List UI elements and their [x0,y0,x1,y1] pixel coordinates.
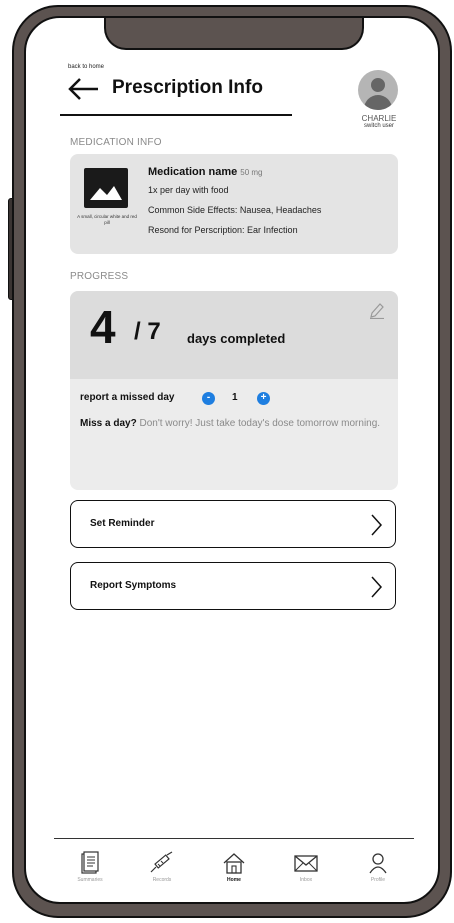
nav-label-records: Records [152,877,172,883]
chevron-right-icon [371,514,383,536]
avatar-head [371,78,385,92]
user-name: CHARLIE [361,114,397,123]
back-to-home-link[interactable]: back to home [68,64,104,70]
missed-day-count: 1 [232,392,238,403]
medication-side-effects: Common Side Effects: Nausea, Headaches [148,205,322,215]
phone-notch [104,18,364,50]
increment-button[interactable]: + [257,392,270,405]
person-icon [369,853,387,874]
medication-name: Medication name [148,166,238,178]
missed-day-note: Miss a day? Don't worry! Just take today… [80,417,390,430]
nav-label-home: Home [227,877,241,883]
missed-day-note-title: Miss a day? [80,418,137,429]
avatar[interactable] [358,70,398,110]
edit-pencil-icon[interactable] [369,301,385,319]
chevron-right-icon [371,576,383,598]
back-arrow-icon[interactable] [66,76,102,102]
set-reminder-label: Set Reminder [90,518,155,529]
home-icon [223,853,245,874]
phone-screen: back to home Prescription Info CHARLIE s… [24,16,440,904]
nav-item-home[interactable]: Home [204,851,264,883]
missed-day-label: report a missed day [80,392,175,403]
page-title: Prescription Info [112,77,263,98]
set-reminder-button[interactable]: Set Reminder [70,500,396,548]
title-underline [60,114,292,116]
medication-frequency: 1x per day with food [148,185,229,195]
medication-image-caption: A small, circular white and red pill [77,214,137,225]
medication-name-line: Medication name 50 mg [148,166,262,178]
syringe-icon [150,851,173,873]
days-completed-count: 4 [90,301,116,353]
medication-image-icon [84,168,128,208]
document-icon [81,851,99,874]
nav-label-inbox: Inbox [299,877,313,883]
report-symptoms-label: Report Symptoms [90,580,177,591]
decrement-button[interactable]: - [202,392,215,405]
progress-summary: 4 / 7 days completed [70,291,398,379]
medication-dose: 50 mg [240,168,263,177]
medication-card: A small, circular white and red pill Med… [70,154,398,254]
days-completed-label: days completed [187,331,286,346]
missed-day-note-text: Don't worry! Just take today's dose tomo… [136,418,381,429]
switch-user-link[interactable]: switch user [344,123,414,129]
nav-item-records[interactable]: Records [132,851,192,883]
nav-item-summaries[interactable]: Summaries [60,851,120,883]
nav-label-summaries: Summaries [77,877,103,883]
medication-reason: Resond for Perscription: Ear Infection [148,225,298,235]
nav-item-profile[interactable]: Profile [348,851,408,883]
report-symptoms-button[interactable]: Report Symptoms [70,562,396,610]
progress-section-label: PROGRESS [70,271,129,282]
avatar-body [364,95,392,110]
medication-section-label: MEDICATION INFO [70,137,162,148]
bottom-nav-divider [54,838,414,839]
missed-day-panel: report a missed day - 1 + Miss a day? Do… [70,379,398,490]
mail-icon [294,855,318,872]
nav-item-inbox[interactable]: Inbox [276,851,336,883]
nav-label-profile: Profile [370,877,386,883]
days-total: / 7 [134,318,161,345]
